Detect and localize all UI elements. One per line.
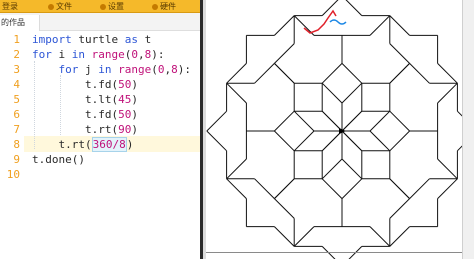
turtle-stroke xyxy=(389,15,410,36)
line-number: 3 xyxy=(13,63,20,76)
turtle-stroke xyxy=(274,130,295,152)
turtle-stroke xyxy=(206,110,227,132)
line-number: 4 xyxy=(13,78,20,91)
turtle-stroke xyxy=(389,178,410,199)
turtle-stroke xyxy=(437,63,458,84)
turtle-drawing xyxy=(206,0,462,259)
tab-label: 的作品 xyxy=(1,18,25,27)
turtle-stroke xyxy=(369,15,391,36)
code-line[interactable]: for i in range(0,8): xyxy=(32,48,165,61)
turtle-stroke xyxy=(341,178,363,199)
turtle-stroke xyxy=(274,178,295,199)
turtle-stroke xyxy=(389,198,410,219)
chip-icon xyxy=(152,3,158,10)
line-number: 5 xyxy=(13,93,20,106)
turtle-stroke xyxy=(341,63,363,84)
turtle-stroke xyxy=(274,43,295,64)
turtle-stroke xyxy=(226,178,247,199)
turtle-stroke xyxy=(437,158,458,180)
turtle-stroke xyxy=(437,82,458,104)
line-number: 6 xyxy=(13,108,20,121)
turtle-stroke xyxy=(369,110,391,132)
turtle-stroke xyxy=(321,63,343,84)
turtle-stroke xyxy=(293,130,315,152)
line-number: 9 xyxy=(13,153,20,166)
code-line[interactable]: t.done() xyxy=(32,153,85,166)
login-menu[interactable]: 登录 xyxy=(2,1,18,12)
toolbar-label-hardware: 硬件 xyxy=(160,2,176,11)
turtle-canvas xyxy=(206,0,462,259)
turtle-stroke xyxy=(293,226,315,247)
blue-annotation-mark xyxy=(329,19,347,25)
top-toolbar: 登录 文件 设置 硬件 xyxy=(0,0,200,13)
code-line[interactable]: t.lt(45) xyxy=(32,93,138,106)
turtle-stroke xyxy=(389,130,410,152)
code-line[interactable]: t.fd(50) xyxy=(32,108,138,121)
line-number: 1 xyxy=(13,33,20,46)
turtle-stroke xyxy=(369,130,391,152)
line-number: 7 xyxy=(13,123,20,136)
turtle-stroke xyxy=(274,15,295,36)
turtle-stroke xyxy=(226,158,247,180)
turtle-stroke xyxy=(345,0,363,16)
turtle-stroke xyxy=(389,43,410,64)
code-line[interactable]: for j in range(0,8): xyxy=(32,63,192,76)
turtle-stroke xyxy=(206,130,227,152)
code-line[interactable]: t.rt(360/8) xyxy=(32,137,133,152)
turtle-stroke xyxy=(321,158,343,180)
turtle-stroke xyxy=(341,82,363,104)
file-tab-strip: 的作品 xyxy=(0,13,200,31)
turtle-stroke xyxy=(274,198,295,219)
turtle-stroke xyxy=(409,63,430,84)
folder-icon xyxy=(48,3,54,10)
code-line[interactable]: t.rt(90) xyxy=(32,123,138,136)
canvas-bottom-edge xyxy=(206,252,462,253)
tab-my-work[interactable]: 的作品 xyxy=(0,15,40,31)
turtle-stroke xyxy=(274,63,295,84)
turtle-stroke xyxy=(274,226,295,247)
hardware-menu[interactable]: 硬件 xyxy=(152,1,176,12)
turtle-stroke xyxy=(341,130,363,152)
turtle-stroke xyxy=(274,110,295,132)
toolbar-label-settings: 设置 xyxy=(108,2,124,11)
turtle-stroke xyxy=(321,82,343,104)
turtle-stroke xyxy=(341,110,363,132)
vertical-scrollbar[interactable] xyxy=(462,0,474,259)
toolbar-label-file: 文件 xyxy=(56,2,72,11)
code-line[interactable]: import turtle as t xyxy=(32,33,151,46)
code-editor[interactable]: 1 2 3 4 5 6 7 8 9 10 import turtle as t … xyxy=(0,31,200,259)
line-number: 2 xyxy=(13,48,20,61)
turtle-stroke xyxy=(409,178,430,199)
turtle-stroke xyxy=(293,110,315,132)
turtle-stroke xyxy=(389,63,410,84)
turtle-stroke xyxy=(254,63,275,84)
turtle-stroke xyxy=(254,178,275,199)
file-menu[interactable]: 文件 xyxy=(48,1,72,12)
toolbar-label-login: 登录 xyxy=(2,2,18,11)
turtle-stroke xyxy=(341,158,363,180)
turtle-stroke xyxy=(389,110,410,132)
line-number: 10 xyxy=(6,168,20,181)
turtle-stroke xyxy=(226,82,247,104)
turtle-stroke xyxy=(369,226,391,247)
gear-icon xyxy=(100,3,106,10)
turtle-stroke xyxy=(226,63,247,84)
line-number: 8 xyxy=(13,138,20,151)
line-number-gutter: 1 2 3 4 5 6 7 8 9 10 xyxy=(0,31,24,259)
turtle-stroke xyxy=(321,178,343,199)
settings-menu[interactable]: 设置 xyxy=(100,1,124,12)
turtle-stroke xyxy=(437,178,458,199)
turtle-stroke xyxy=(389,226,410,247)
code-line[interactable]: t.fd(50) xyxy=(32,78,138,91)
